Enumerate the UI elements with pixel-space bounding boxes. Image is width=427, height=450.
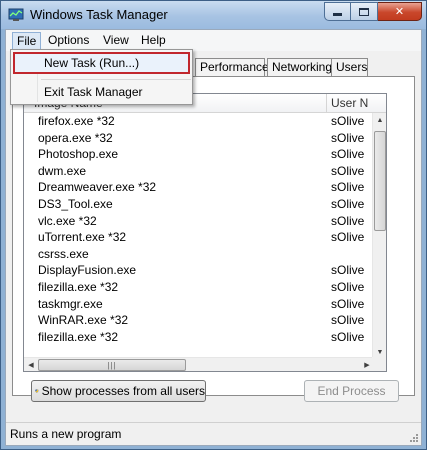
table-row[interactable]: vlc.exe *32 sOlive [24,213,374,230]
caption-buttons: ✕ [324,2,422,21]
table-row[interactable]: Dreamweaver.exe *32 sOlive [24,179,374,196]
table-row[interactable]: firefox.exe *32 sOlive [24,113,374,130]
menu-item-exit[interactable]: Exit Task Manager [13,81,190,103]
process-user-name: sOlive [331,296,365,311]
status-bar: Runs a new program [6,422,421,445]
uac-shield-icon [35,389,39,393]
processes-tab-panel: Image Name User N firefox.exe *32sOliveo… [12,76,415,396]
process-image-name: WinRAR.exe *32 [38,313,129,328]
table-row[interactable]: csrss.exe [24,246,374,263]
process-image-name: filezilla.exe *32 [38,329,119,344]
maximize-button[interactable] [351,2,378,21]
show-all-label: Show processes from all users [41,384,205,398]
process-image-name: firefox.exe *32 [38,114,115,128]
vertical-scroll-thumb[interactable] [374,131,386,231]
process-image-name: Photoshop.exe [38,147,119,162]
new-task-label: New Task (Run...) [44,56,140,70]
process-user-name: sOlive [331,313,365,328]
end-process-button[interactable]: End Process [304,380,399,402]
task-manager-icon [8,8,24,21]
menu-options[interactable]: Options [44,32,93,49]
table-row[interactable]: DisplayFusion.exe sOlive [24,262,374,279]
menu-separator [41,79,191,80]
process-image-name: csrss.exe [38,246,89,261]
process-image-name: DisplayFusion.exe [38,263,137,278]
column-separator[interactable] [326,94,327,113]
title-bar[interactable]: Windows Task Manager ✕ [1,1,426,29]
minimize-icon [333,13,342,16]
exit-label: Exit Task Manager [44,85,143,99]
process-image-name: Dreamweaver.exe *32 [38,180,157,195]
close-button[interactable]: ✕ [378,2,422,21]
close-icon: ✕ [394,6,405,18]
process-user-name: sOlive [331,114,365,128]
table-row[interactable]: filezilla.exe *32 sOlive [24,279,374,296]
process-image-name: opera.exe *32 [38,130,113,145]
process-user-name: sOlive [331,196,365,211]
menu-file[interactable]: File [12,32,42,49]
process-user-name: sOlive [331,263,365,278]
table-row[interactable]: uTorrent.exe *32 sOlive [24,229,374,246]
task-manager-window: Windows Task Manager ✕ File Options View… [0,0,427,450]
horizontal-scroll-thumb[interactable]: ||| [38,359,186,371]
status-text: Runs a new program [10,427,122,441]
table-row[interactable]: dwm.exe sOlive [24,163,374,180]
scroll-left-icon[interactable]: ◀ [24,358,38,371]
table-row[interactable]: Photoshop.exe sOlive [24,146,374,163]
process-rows: firefox.exe *32 sOlive opera.exe *32 sOlive… [24,113,374,345]
process-user-name: sOlive [331,279,365,294]
process-image-name: taskmgr.exe [38,296,103,311]
process-image-name: dwm.exe [38,163,87,178]
table-row[interactable]: opera.exe *32 sOlive [24,130,374,147]
tab-users[interactable]: Users [331,58,368,76]
file-menu-dropdown: New Task (Run...) Exit Task Manager [10,49,193,105]
grip-icon: ||| [107,360,117,370]
tab-networking[interactable]: Networking [267,58,337,76]
scroll-corner [372,357,386,371]
column-user-name[interactable]: User N [331,96,368,110]
horizontal-scrollbar[interactable]: ◀ ||| ▶ [24,357,374,371]
table-row[interactable]: WinRAR.exe *32 sOlive [24,312,374,329]
tab-performance[interactable]: Performance [195,58,269,76]
process-user-name: sOlive [331,130,365,145]
show-all-processes-button[interactable]: Show processes from all users [31,380,206,402]
table-row[interactable]: DS3_Tool.exe sOlive [24,196,374,213]
maximize-icon [359,7,369,16]
resize-grip-icon[interactable] [409,433,419,443]
menu-view[interactable]: View [99,32,133,49]
process-user-name: sOlive [331,180,365,195]
process-user-name: sOlive [331,163,365,178]
minimize-button[interactable] [324,2,351,21]
scroll-up-icon[interactable]: ▲ [373,113,386,127]
process-list[interactable]: Image Name User N firefox.exe *32sOliveo… [23,93,387,372]
table-row[interactable]: filezilla.exe *32 sOlive [24,329,374,346]
table-row[interactable]: taskmgr.exe sOlive [24,296,374,313]
process-user-name: sOlive [331,329,365,344]
menu-help[interactable]: Help [137,32,170,49]
process-image-name: uTorrent.exe *32 [38,230,127,245]
process-image-name: filezilla.exe *32 [38,279,119,294]
menu-item-new-task[interactable]: New Task (Run...) [13,52,190,74]
window-title: Windows Task Manager [30,7,168,22]
process-user-name: sOlive [331,147,365,162]
process-user-name: sOlive [331,213,365,228]
process-image-name: DS3_Tool.exe [38,196,113,211]
menu-bar: File Options View Help [6,30,421,51]
vertical-scrollbar[interactable]: ▲ ▼ [372,113,386,359]
process-image-name: vlc.exe *32 [38,213,97,228]
client-area: File Options View Help Performance Netwo… [5,29,422,446]
process-user-name: sOlive [331,230,365,245]
end-process-label: End Process [317,384,386,398]
